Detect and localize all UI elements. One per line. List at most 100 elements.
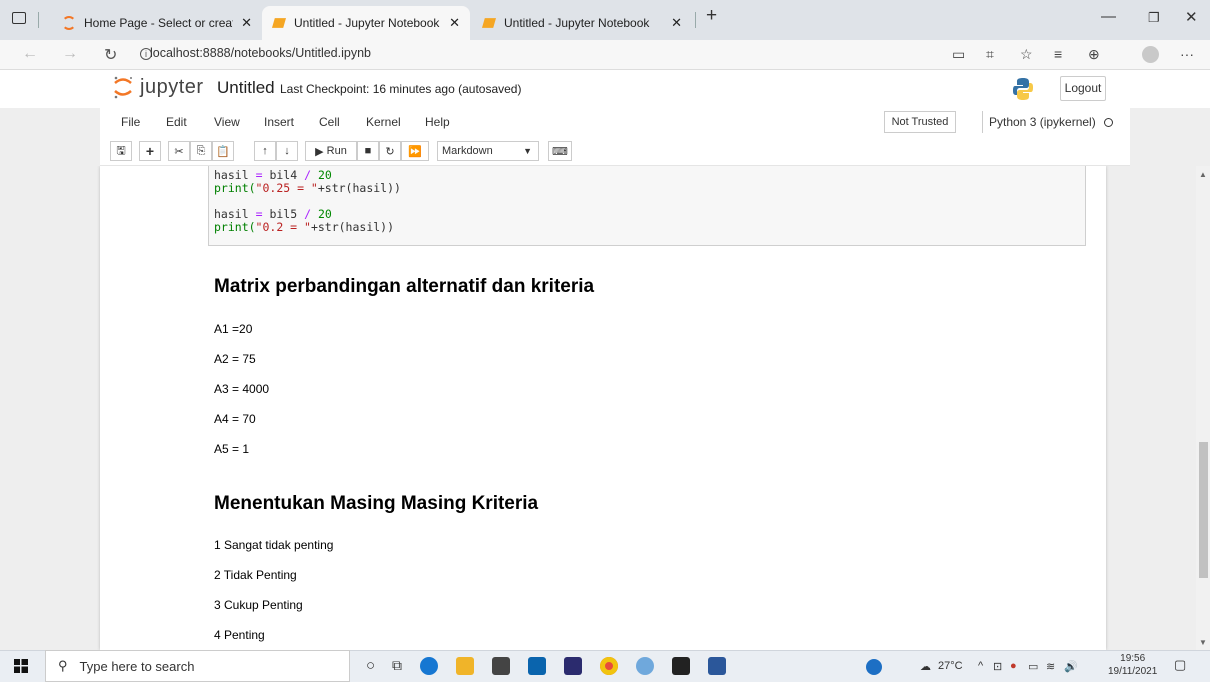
word-icon[interactable]	[708, 657, 726, 675]
run-label: Run	[326, 145, 347, 157]
weather-icon[interactable]: ☁	[920, 660, 931, 673]
tab-title: Untitled - Jupyter Notebook	[294, 16, 440, 30]
tab-title: Untitled - Jupyter Notebook	[504, 16, 650, 30]
tab-title: Home Page - Select or create a n	[84, 16, 233, 30]
notebook-favicon-icon	[482, 18, 496, 28]
search-placeholder: Type here to search	[79, 658, 195, 674]
save-icon[interactable]: 🖫	[110, 141, 132, 161]
powershell-icon[interactable]	[564, 657, 582, 675]
markdown-heading: Menentukan Masing Masing Kriteria	[214, 493, 539, 514]
notifications-icon[interactable]: ▢	[1174, 657, 1186, 673]
run-button[interactable]: ▶ Run	[305, 141, 357, 161]
cut-icon[interactable]: ✂	[168, 141, 190, 161]
taskbar-search[interactable]: ⚲ Type here to search	[45, 650, 350, 682]
help-icon[interactable]	[866, 659, 882, 675]
tray-alert-icon[interactable]: ●	[1010, 660, 1017, 672]
insert-cell-icon[interactable]: +	[139, 141, 161, 161]
interrupt-icon[interactable]: ■	[357, 141, 379, 161]
notebook-container: hasil = bil4 / 20 print("0.25 = "+str(ha…	[0, 166, 1196, 650]
favorite-add-icon[interactable]: ☆	[1020, 46, 1033, 63]
menu-kernel[interactable]: Kernel	[366, 115, 401, 129]
criteria-item: 1 Sangat tidak penting	[214, 538, 334, 552]
kernel-status-icon	[1103, 117, 1113, 127]
app-icon[interactable]	[636, 657, 654, 675]
store-icon[interactable]	[492, 657, 510, 675]
chrome-icon[interactable]	[600, 657, 618, 675]
markdown-heading: Matrix perbandingan alternatif dan krite…	[214, 276, 595, 297]
task-view-icon[interactable]: ⧉	[392, 657, 402, 674]
collections-icon[interactable]: ⊕	[1088, 46, 1100, 63]
tab-separator	[695, 12, 696, 28]
close-tab-icon[interactable]: ✕	[449, 15, 460, 31]
tab-home-page[interactable]: Home Page - Select or create a n ✕	[52, 6, 262, 40]
windows-start-icon[interactable]	[14, 659, 28, 673]
jupyter-logo-text: jupyter	[140, 75, 204, 98]
forward-icon[interactable]: →	[62, 45, 78, 63]
new-tab-icon[interactable]: +	[706, 5, 717, 27]
mail-icon[interactable]	[528, 657, 546, 675]
kernel-indicator: Python 3 (ipykernel)	[982, 111, 1113, 133]
tab-actions-icon[interactable]	[12, 12, 26, 24]
cell-type-value: Markdown	[442, 145, 493, 157]
cortana-icon[interactable]: ○	[366, 657, 375, 674]
move-up-icon[interactable]: ↑	[254, 141, 276, 161]
wifi-icon[interactable]: ≋	[1046, 660, 1055, 673]
jupyter-logo[interactable]: jupyter	[112, 75, 204, 99]
close-tab-icon[interactable]: ✕	[671, 15, 682, 31]
clock-date: 19/11/2021	[1108, 666, 1158, 677]
file-explorer-icon[interactable]	[456, 657, 474, 675]
reload-icon[interactable]: ↻	[104, 45, 117, 65]
profile-avatar[interactable]	[1142, 46, 1159, 63]
cell-type-select[interactable]: Markdown ▼	[437, 141, 539, 161]
edge-icon[interactable]	[420, 657, 438, 675]
volume-icon[interactable]: 🔊	[1064, 660, 1078, 673]
clock-time: 19:56	[1120, 653, 1146, 664]
tab-untitled-notebook-active[interactable]: Untitled - Jupyter Notebook ✕	[262, 6, 470, 40]
qr-icon[interactable]: ⌗	[986, 46, 994, 63]
cast-icon[interactable]: ▭	[952, 46, 965, 63]
code-line: print("0.2 = "+str(hasil))	[214, 220, 395, 234]
alternative-item: A2 = 75	[214, 352, 256, 366]
menu-insert[interactable]: Insert	[264, 115, 294, 129]
alternative-item: A4 = 70	[214, 412, 256, 426]
menu-edit[interactable]: Edit	[166, 115, 187, 129]
back-icon[interactable]: ←	[22, 45, 38, 63]
restart-icon[interactable]: ↻	[379, 141, 401, 161]
more-options-icon[interactable]: ···	[1180, 46, 1194, 62]
copy-icon[interactable]: ⎘	[190, 141, 212, 161]
code-cell[interactable]: hasil = bil4 / 20 print("0.25 = "+str(ha…	[208, 166, 1086, 246]
system-clock[interactable]: 19:56 19/11/2021	[1108, 652, 1157, 678]
notebook-favicon-icon	[272, 18, 286, 28]
tab-separator	[38, 12, 39, 28]
close-window-icon[interactable]: ✕	[1185, 8, 1198, 26]
code-line: print("0.25 = "+str(hasil))	[214, 181, 401, 195]
move-down-icon[interactable]: ↓	[276, 141, 298, 161]
close-tab-icon[interactable]: ✕	[241, 15, 252, 31]
tab-untitled-notebook[interactable]: Untitled - Jupyter Notebook ✕	[472, 6, 692, 40]
restore-icon[interactable]: ❐	[1148, 10, 1160, 26]
tray-app-icon[interactable]: ⊡	[993, 660, 1002, 673]
terminal-icon[interactable]	[672, 657, 690, 675]
trust-indicator[interactable]: Not Trusted	[884, 111, 956, 133]
command-palette-icon[interactable]: ⌨	[548, 141, 572, 161]
scrollbar-thumb[interactable]	[1199, 442, 1208, 578]
minimize-icon[interactable]: —	[1101, 8, 1116, 25]
show-hidden-icons-icon[interactable]: ^	[978, 660, 983, 672]
favorites-icon[interactable]: ≡	[1054, 46, 1062, 62]
run-icon: ▶	[315, 145, 327, 158]
url-field[interactable]: localhost:8888/notebooks/Untitled.ipynb	[150, 46, 371, 60]
scroll-up-icon[interactable]: ▲	[1199, 170, 1207, 179]
paste-icon[interactable]: 📋	[212, 141, 234, 161]
menu-help[interactable]: Help	[425, 115, 450, 129]
logout-button[interactable]: Logout	[1060, 76, 1106, 101]
restart-run-all-icon[interactable]: ⏩	[401, 141, 429, 161]
menu-file[interactable]: File	[121, 115, 140, 129]
menu-view[interactable]: View	[214, 115, 240, 129]
kernel-name: Python 3 (ipykernel)	[989, 115, 1096, 129]
notebook-name[interactable]: Untitled	[217, 78, 275, 98]
jupyter-logo-icon	[114, 76, 132, 99]
weather-temperature[interactable]: 27°C	[938, 660, 963, 672]
battery-icon[interactable]: ▭	[1028, 660, 1038, 673]
scroll-down-icon[interactable]: ▼	[1199, 638, 1207, 647]
menu-cell[interactable]: Cell	[319, 115, 340, 129]
